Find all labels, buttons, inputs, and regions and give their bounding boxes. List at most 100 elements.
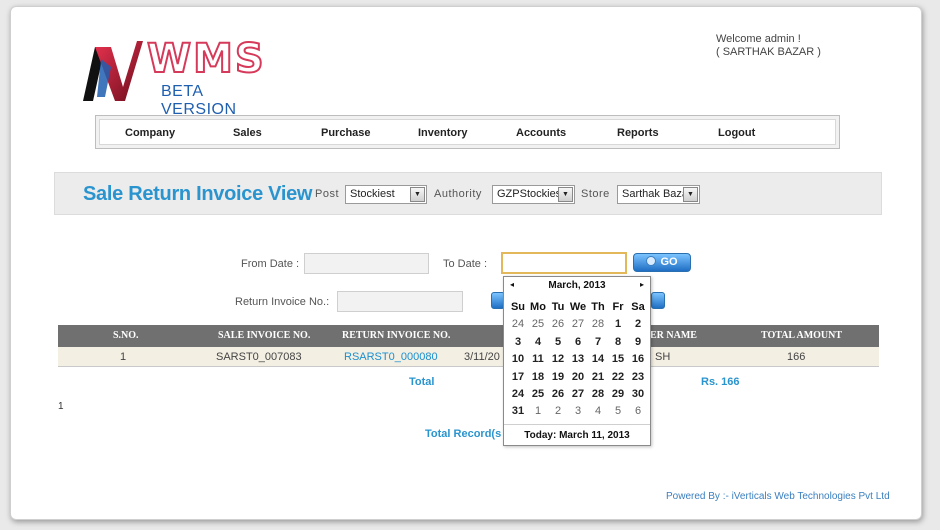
welcome-message: Welcome admin ! ( SARTHAK BAZAR ) xyxy=(716,33,821,59)
nav-sales[interactable]: Sales xyxy=(233,127,262,139)
calendar-day[interactable]: 6 xyxy=(628,403,648,420)
calendar-day[interactable]: 28 xyxy=(588,316,608,333)
calendar-week: 24 25 26 27 28 29 30 xyxy=(508,386,648,403)
calendar-day[interactable]: 18 xyxy=(528,369,548,386)
calendar-day[interactable]: 23 xyxy=(628,369,648,386)
go-button[interactable]: GO xyxy=(633,253,691,272)
weekday-label: Fr xyxy=(612,301,624,313)
logo-text: WMS xyxy=(146,35,266,83)
col-sno: S.NO. xyxy=(113,330,139,341)
nav-reports[interactable]: Reports xyxy=(617,127,659,139)
calendar-day[interactable]: 17 xyxy=(508,369,528,386)
calendar-day[interactable]: 24 xyxy=(508,316,528,333)
powered-by[interactable]: Powered By :- iVerticals Web Technologie… xyxy=(666,491,890,502)
calendar-day[interactable]: 2 xyxy=(548,403,568,420)
calendar-day[interactable]: 13 xyxy=(568,351,588,368)
total-label: Total xyxy=(409,376,435,388)
calendar-day[interactable]: 9 xyxy=(628,334,648,351)
calendar-day[interactable]: 15 xyxy=(608,351,628,368)
calendar-day[interactable]: 16 xyxy=(628,351,648,368)
store-label: Store xyxy=(581,188,610,200)
cell-return-invoice-link[interactable]: RSARST0_000080 xyxy=(344,351,438,363)
return-invoice-input[interactable] xyxy=(337,291,463,312)
nav-accounts[interactable]: Accounts xyxy=(516,127,566,139)
calendar-week: 31 1 2 3 4 5 6 xyxy=(508,403,648,420)
go-label: GO xyxy=(660,256,678,268)
weekday-label: Th xyxy=(591,301,605,313)
reset-button[interactable] xyxy=(651,292,665,309)
calendar-day[interactable]: 3 xyxy=(508,334,528,351)
nav-inventory[interactable]: Inventory xyxy=(418,127,468,139)
to-date-input[interactable] xyxy=(501,252,627,274)
main-nav: Company Sales Purchase Inventory Account… xyxy=(95,115,840,149)
calendar-day[interactable]: 14 xyxy=(588,351,608,368)
calendar-day[interactable]: 26 xyxy=(548,316,568,333)
calendar-day[interactable]: 28 xyxy=(588,386,608,403)
calendar-day[interactable]: 1 xyxy=(528,403,548,420)
calendar-day[interactable]: 2 xyxy=(628,316,648,333)
cell-customer-name: SH xyxy=(655,351,671,363)
col-sale-invoice: SALE INVOICE NO. xyxy=(218,330,311,341)
weekday-label: Sa xyxy=(631,301,645,313)
post-select[interactable]: Stockiest ▼ xyxy=(345,185,427,204)
authority-select[interactable]: GZPStockies ▼ xyxy=(492,185,575,204)
calendar-day[interactable]: 10 xyxy=(508,351,528,368)
welcome-store: ( SARTHAK BAZAR ) xyxy=(716,46,821,58)
calendar-day[interactable]: 6 xyxy=(568,334,588,351)
calendar-day[interactable]: 8 xyxy=(608,334,628,351)
calendar-day[interactable]: 27 xyxy=(568,386,588,403)
weekday-label: Tu xyxy=(551,301,565,313)
calendar-day[interactable]: 25 xyxy=(528,386,548,403)
weekday-label: We xyxy=(569,301,587,313)
col-return-invoice: RETURN INVOICE NO. xyxy=(342,330,451,341)
nav-purchase[interactable]: Purchase xyxy=(321,127,371,139)
calendar-weekday-row: Su Mo Tu We Th Fr Sa xyxy=(508,299,648,316)
cell-amount: 166 xyxy=(787,351,806,363)
calendar-day[interactable]: 29 xyxy=(608,386,628,403)
calendar-day[interactable]: 5 xyxy=(608,403,628,420)
calendar-day[interactable]: 11 xyxy=(528,351,548,368)
page-number[interactable]: 1 xyxy=(58,401,64,412)
calendar-day[interactable]: 26 xyxy=(548,386,568,403)
table-header: S.NO. SALE INVOICE NO. RETURN INVOICE NO… xyxy=(58,325,879,347)
total-records: Total Record(s xyxy=(425,428,502,440)
calendar-day[interactable]: 25 xyxy=(528,316,548,333)
chevron-down-icon: ▼ xyxy=(410,187,425,202)
col-total-amount: TOTAL AMOUNT xyxy=(761,330,843,341)
calendar-divider xyxy=(504,424,650,425)
calendar-day[interactable]: 4 xyxy=(588,403,608,420)
store-select-value: Sarthak Baza xyxy=(622,188,689,200)
app-window: WMS BETA VERSION Welcome admin ! ( SARTH… xyxy=(10,6,922,520)
calendar-day[interactable]: 20 xyxy=(568,369,588,386)
calendar-day[interactable]: 19 xyxy=(548,369,568,386)
welcome-user: Welcome admin ! xyxy=(716,33,801,45)
calendar-day[interactable]: 7 xyxy=(588,334,608,351)
next-month-icon[interactable]: ▸ xyxy=(640,280,644,289)
calendar-day[interactable]: 31 xyxy=(508,403,528,420)
logo-subtitle: BETA VERSION xyxy=(161,83,237,118)
calendar-day[interactable]: 24 xyxy=(508,386,528,403)
table-row: 1 SARST0_007083 RSARST0_000080 3/11/20 S… xyxy=(58,347,879,367)
from-date-label: From Date : xyxy=(241,258,300,270)
filter-bar: Sale Return Invoice View Post Stockiest … xyxy=(54,172,882,215)
post-select-value: Stockiest xyxy=(350,188,395,200)
calendar-day[interactable]: 22 xyxy=(608,369,628,386)
calendar-today[interactable]: Today: March 11, 2013 xyxy=(504,430,650,441)
calendar-week: 17 18 19 20 21 22 23 xyxy=(508,369,648,386)
calendar-day[interactable]: 3 xyxy=(568,403,588,420)
calendar-day[interactable]: 1 xyxy=(608,316,628,333)
date-picker-popup: ◂ March, 2013 ▸ Su Mo Tu We Th Fr Sa 24 25 26 27 28… xyxy=(503,276,651,446)
nav-company[interactable]: Company xyxy=(125,127,175,139)
cell-date: 3/11/20 xyxy=(464,351,500,363)
calendar-day[interactable]: 30 xyxy=(628,386,648,403)
from-date-input[interactable] xyxy=(304,253,429,274)
calendar-day[interactable]: 4 xyxy=(528,334,548,351)
calendar-day[interactable]: 12 xyxy=(548,351,568,368)
calendar-day[interactable]: 5 xyxy=(548,334,568,351)
calendar-day[interactable]: 21 xyxy=(588,369,608,386)
nav-logout[interactable]: Logout xyxy=(718,127,755,139)
post-label: Post xyxy=(315,188,340,200)
total-amount: Rs. 166 xyxy=(701,376,740,388)
store-select[interactable]: Sarthak Baza ▼ xyxy=(617,185,700,204)
calendar-day[interactable]: 27 xyxy=(568,316,588,333)
